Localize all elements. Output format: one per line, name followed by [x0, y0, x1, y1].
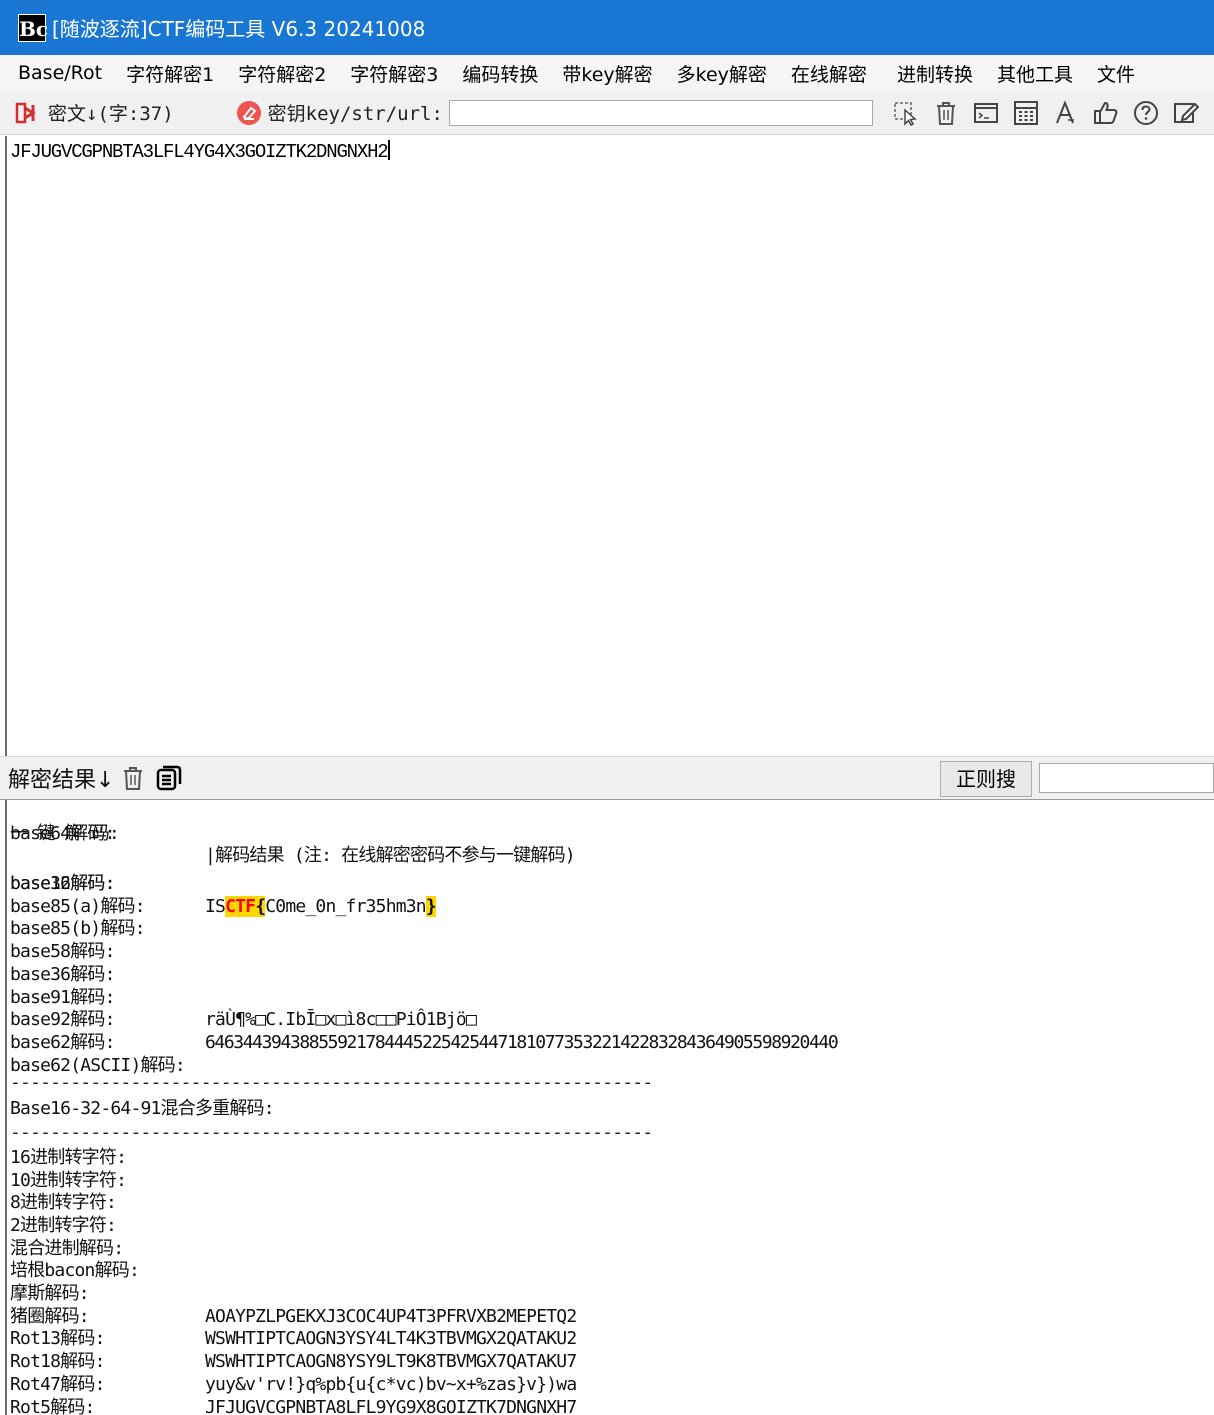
result-row-base58: base58解码:	[7, 941, 1214, 964]
mixbase-label: 混合进制解码:	[10, 1237, 124, 1259]
key-input[interactable]	[448, 99, 873, 126]
result-row-base16: base16解码:	[7, 873, 1214, 896]
regex-search-button[interactable]: 正则搜	[940, 761, 1032, 797]
text-icon[interactable]	[1053, 99, 1079, 126]
rot13-value: WSWHTIPTCAOGN3YSY4LT4K3TBVMGX2QATAKU2	[205, 1328, 577, 1350]
base36-label: base36解码:	[10, 963, 115, 985]
menu-char-decrypt-1[interactable]: 字符解密1	[126, 60, 214, 87]
window-title: [随波逐流]CTF编码工具 V6.3 20241008	[52, 17, 426, 41]
bacon-label: 培根bacon解码:	[10, 1260, 140, 1282]
result-row-base62: base62解码: 6463443943885592178444522542544…	[7, 1032, 1214, 1055]
base62-value: 6463443943885592178444522542544718107735…	[205, 1031, 839, 1053]
toolbar: 密文↓(字:37) 密钥key/str/url:	[0, 91, 1214, 135]
result-row-hex16: 16进制转字符:	[7, 1147, 1214, 1170]
title-bar: Bc [随波逐流]CTF编码工具 V6.3 20241008	[0, 0, 1214, 55]
toolbar-actions	[879, 99, 1199, 126]
result-row-base85a: base85(a)解码:	[7, 896, 1214, 919]
rot47-label: Rot47解码:	[10, 1373, 105, 1395]
pigpen-label: 猪圈解码:	[10, 1305, 90, 1327]
separator-2: ----------------------------------------…	[10, 1121, 653, 1143]
result-row-mixed: Base16-32-64-91混合多重解码:	[7, 1098, 1214, 1121]
clear-result-trash-icon[interactable]	[120, 765, 146, 791]
rot18-value: WSWHTIPTCAOGN8YSY9LT9K8TBVMGX7QATAKU7	[205, 1351, 577, 1373]
result-row-dec10: 10进制转字符:	[7, 1170, 1214, 1193]
rot5-value: JFJUGVCGPNBTA8LFL9YG9X8GOIZTK7DNGNXH7	[205, 1396, 577, 1415]
cipher-label: 密文↓(字:37)	[48, 103, 174, 125]
hex16-label: 16进制转字符:	[10, 1146, 127, 1168]
result-row-rot47: Rot47解码: yuy&v'rv!}q%pb{u{c*vc)bv~x+%zas}…	[7, 1374, 1214, 1397]
result-row-base64: base64解码:	[7, 823, 1214, 846]
result-row-rot18: Rot18解码: WSWHTIPTCAOGN8YSY9LT9K8TBVMGX7QA…	[7, 1351, 1214, 1374]
menu-encoding-convert[interactable]: 编码转换	[462, 60, 538, 87]
menu-char-decrypt-3[interactable]: 字符解密3	[350, 60, 438, 87]
menu-char-decrypt-2[interactable]: 字符解密2	[238, 60, 326, 87]
result-row-header: 一 键 解 码: |解码结果 (注: 在线解密密码不参与一键解码)	[7, 800, 1214, 867]
menu-radix-convert[interactable]: 进制转换	[897, 60, 973, 87]
app-logo-icon: Bc	[18, 13, 48, 42]
menu-online-decrypt[interactable]: 在线解密	[791, 60, 867, 87]
result-row-base92: base92解码: räÙ¶%□C.IbĪ□x□ì8c□□PiÔ1Bjö□	[7, 1009, 1214, 1032]
help-icon[interactable]	[1133, 100, 1159, 126]
separator-1: ----------------------------------------…	[10, 1072, 653, 1094]
base64-label: base64解码:	[10, 822, 115, 844]
rot18-label: Rot18解码:	[10, 1351, 105, 1373]
dec10-label: 10进制转字符:	[10, 1169, 127, 1191]
cipher-textarea[interactable]: JFJUGVCGPNBTA3LFL4YG4X3GOIZTK2DNGNXH2	[5, 136, 1214, 756]
base58-label: base58解码:	[10, 941, 115, 963]
terminal-icon[interactable]	[973, 100, 999, 126]
morse-label: 摩斯解码:	[10, 1283, 90, 1305]
oct8-label: 8进制转字符:	[10, 1192, 117, 1214]
base16-label: base16解码:	[10, 873, 115, 895]
cipher-download-icon[interactable]	[14, 100, 40, 126]
result-row-base36: base36解码:	[7, 964, 1214, 987]
rot5-label: Rot5解码:	[10, 1396, 95, 1415]
menu-key-decrypt[interactable]: 带key解密	[562, 60, 652, 87]
result-row-base85b: base85(b)解码:	[7, 918, 1214, 941]
result-row-base32: base32解码: ISCTF{C0me_0n_fr35hm3n}	[7, 850, 1214, 917]
result-row-bin2: 2进制转字符:	[7, 1215, 1214, 1238]
copy-result-icon[interactable]	[156, 765, 182, 791]
mixed-label: Base16-32-64-91混合多重解码:	[10, 1098, 275, 1120]
calculator-icon[interactable]	[1013, 100, 1039, 126]
menu-file[interactable]: 文件	[1097, 60, 1135, 87]
base85b-label: base85(b)解码:	[10, 918, 146, 940]
select-icon[interactable]	[893, 100, 919, 126]
trash-icon[interactable]	[933, 100, 959, 126]
key-eraser-icon[interactable]	[236, 100, 262, 126]
base85a-label: base85(a)解码:	[10, 895, 146, 917]
menu-multi-key-decrypt[interactable]: 多key解密	[677, 60, 767, 87]
base91-label: base91解码:	[10, 986, 115, 1008]
bin2-label: 2进制转字符:	[10, 1215, 117, 1236]
result-row-mixbase: 混合进制解码:	[7, 1238, 1214, 1261]
result-row-base91: base91解码:	[7, 987, 1214, 1010]
result-row-morse: 摩斯解码:	[7, 1283, 1214, 1306]
result-row-pigpen: 猪圈解码: AOAYPZLPGEKXJ3COC4UP4T3PFRVXB2MEPET…	[7, 1306, 1214, 1329]
rot13-label: Rot13解码:	[10, 1328, 105, 1350]
result-row-bacon: 培根bacon解码:	[7, 1260, 1214, 1283]
result-title: 解密结果↓	[8, 768, 115, 793]
menu-other-tools[interactable]: 其他工具	[997, 60, 1073, 87]
menu-base-rot[interactable]: Base/Rot	[18, 62, 102, 84]
rot47-value: yuy&v'rv!}q%pb{u{c*vc)bv~x+%zas}v})wa	[205, 1373, 577, 1395]
result-row-rot13: Rot13解码: WSWHTIPTCAOGN3YSY4LT4K3TBVMGX2QA…	[7, 1328, 1214, 1351]
text-caret	[388, 140, 391, 160]
regex-search-input[interactable]	[1039, 763, 1214, 793]
base92-value: räÙ¶%□C.IbĪ□x□ì8c□□PiÔ1Bjö□	[205, 1009, 477, 1031]
cipher-text: JFJUGVCGPNBTA3LFL4YG4X3GOIZTK2DNGNXH2	[10, 141, 389, 163]
base92-label: base92解码:	[10, 1009, 115, 1031]
base62-label: base62解码:	[10, 1031, 115, 1053]
key-label: 密钥key/str/url:	[267, 103, 443, 125]
separator-line: ----------------------------------------…	[7, 1072, 1214, 1095]
pigpen-value: AOAYPZLPGEKXJ3COC4UP4T3PFRVXB2MEPETQ2	[205, 1305, 577, 1327]
result-row-rot5: Rot5解码: JFJUGVCGPNBTA8LFL9YG9X8GOIZTK7DNG…	[7, 1397, 1214, 1415]
edit-icon[interactable]	[1173, 100, 1199, 126]
menu-bar: Base/Rot 字符解密1 字符解密2 字符解密3 编码转换 带key解密 多…	[0, 55, 1214, 91]
result-row-oct8: 8进制转字符:	[7, 1192, 1214, 1215]
thumbs-up-icon[interactable]	[1093, 100, 1119, 126]
result-bar: 解密结果↓ 正则搜	[0, 756, 1214, 800]
separator-line: ----------------------------------------…	[7, 1121, 1214, 1143]
result-output[interactable]: 一 键 解 码: |解码结果 (注: 在线解密密码不参与一键解码) base64…	[5, 800, 1214, 1415]
